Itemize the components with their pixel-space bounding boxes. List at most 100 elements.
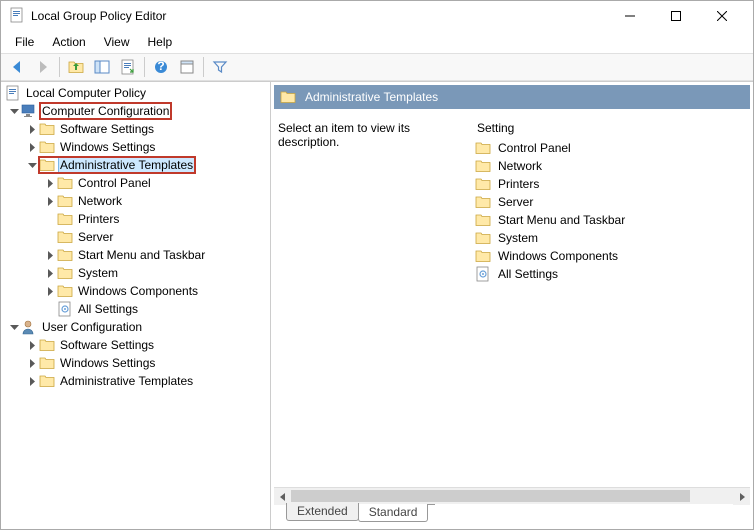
help-button[interactable]: ? bbox=[149, 56, 173, 78]
chevron-right-icon[interactable] bbox=[25, 122, 39, 136]
menu-file[interactable]: File bbox=[7, 33, 42, 51]
tab-extended[interactable]: Extended bbox=[286, 503, 359, 521]
chevron-right-icon[interactable] bbox=[43, 194, 57, 208]
tree-label: All Settings bbox=[76, 301, 140, 317]
tree-uc-windows-settings[interactable]: Windows Settings bbox=[3, 354, 270, 372]
tree-start-menu-taskbar[interactable]: Start Menu and Taskbar bbox=[3, 246, 270, 264]
folder-icon bbox=[39, 139, 55, 155]
separator bbox=[59, 57, 60, 77]
folder-icon bbox=[475, 176, 491, 192]
tree-label: Printers bbox=[76, 211, 121, 227]
tree-computer-configuration[interactable]: Computer Configuration bbox=[3, 102, 270, 120]
separator bbox=[144, 57, 145, 77]
list-item[interactable]: Network bbox=[473, 157, 746, 175]
list-item[interactable]: Control Panel bbox=[473, 139, 746, 157]
chevron-down-icon[interactable] bbox=[25, 158, 39, 172]
chevron-down-icon[interactable] bbox=[7, 320, 21, 334]
folder-icon bbox=[39, 121, 55, 137]
minimize-button[interactable] bbox=[607, 1, 653, 31]
folder-icon bbox=[475, 212, 491, 228]
scroll-right-button[interactable] bbox=[733, 488, 750, 505]
tree-label: Server bbox=[76, 229, 115, 245]
svg-text:?: ? bbox=[157, 59, 164, 73]
details-pane: Administrative Templates Select an item … bbox=[271, 82, 753, 529]
toolbar: ? bbox=[1, 53, 753, 81]
list-item[interactable]: Windows Components bbox=[473, 247, 746, 265]
tree-system[interactable]: System bbox=[3, 264, 270, 282]
folder-icon bbox=[475, 158, 491, 174]
tree-user-configuration[interactable]: User Configuration bbox=[3, 318, 270, 336]
tree-uc-software-settings[interactable]: Software Settings bbox=[3, 336, 270, 354]
chevron-right-icon[interactable] bbox=[43, 176, 57, 190]
menu-view[interactable]: View bbox=[96, 33, 138, 51]
maximize-button[interactable] bbox=[653, 1, 699, 31]
tree-windows-settings[interactable]: Windows Settings bbox=[3, 138, 270, 156]
folder-icon bbox=[475, 230, 491, 246]
tree-control-panel[interactable]: Control Panel bbox=[3, 174, 270, 192]
app-icon bbox=[9, 7, 31, 26]
menu-action[interactable]: Action bbox=[44, 33, 93, 51]
folder-icon bbox=[57, 229, 73, 245]
item-label: Control Panel bbox=[498, 141, 571, 155]
setting-header[interactable]: Setting bbox=[473, 119, 746, 137]
menu-help[interactable]: Help bbox=[140, 33, 181, 51]
scroll-thumb[interactable] bbox=[291, 490, 690, 502]
tab-standard[interactable]: Standard bbox=[358, 504, 429, 522]
tree-administrative-templates[interactable]: Administrative Templates bbox=[3, 156, 270, 174]
folder-icon bbox=[57, 175, 73, 191]
chevron-right-icon[interactable] bbox=[25, 356, 39, 370]
tree-label: Administrative Templates bbox=[58, 373, 195, 389]
horizontal-scrollbar[interactable] bbox=[274, 487, 750, 504]
item-label: All Settings bbox=[498, 267, 558, 281]
chevron-right-icon[interactable] bbox=[43, 266, 57, 280]
chevron-right-icon[interactable] bbox=[25, 140, 39, 154]
tree-uc-administrative-templates[interactable]: Administrative Templates bbox=[3, 372, 270, 390]
folder-icon bbox=[57, 193, 73, 209]
tab-strip: Extended Standard bbox=[274, 504, 750, 526]
folder-icon bbox=[39, 157, 55, 173]
chevron-down-icon[interactable] bbox=[7, 104, 21, 118]
list-item[interactable]: Printers bbox=[473, 175, 746, 193]
show-hide-tree-button[interactable] bbox=[90, 56, 114, 78]
chevron-right-icon[interactable] bbox=[25, 374, 39, 388]
chevron-right-icon[interactable] bbox=[25, 338, 39, 352]
tree-all-settings[interactable]: All Settings bbox=[3, 300, 270, 318]
title-bar: Local Group Policy Editor bbox=[1, 1, 753, 31]
content-area: Local Computer Policy Computer Configura… bbox=[1, 81, 753, 529]
tree-software-settings[interactable]: Software Settings bbox=[3, 120, 270, 138]
export-button[interactable] bbox=[116, 56, 140, 78]
folder-icon bbox=[280, 89, 296, 105]
tree-label: System bbox=[76, 265, 120, 281]
tree-windows-components[interactable]: Windows Components bbox=[3, 282, 270, 300]
folder-icon bbox=[39, 337, 55, 353]
tree-printers[interactable]: Printers bbox=[3, 210, 270, 228]
twisty-blank bbox=[43, 302, 57, 316]
settings-list[interactable]: Control Panel Network Printers Server St… bbox=[473, 139, 746, 484]
tree-network[interactable]: Network bbox=[3, 192, 270, 210]
list-item[interactable]: Server bbox=[473, 193, 746, 211]
details-title: Administrative Templates bbox=[305, 90, 438, 104]
up-button[interactable] bbox=[64, 56, 88, 78]
folder-icon bbox=[57, 247, 73, 263]
chevron-right-icon[interactable] bbox=[43, 248, 57, 262]
list-item[interactable]: All Settings bbox=[473, 265, 746, 283]
description-column: Select an item to view its description. bbox=[274, 115, 469, 484]
list-item[interactable]: Start Menu and Taskbar bbox=[473, 211, 746, 229]
item-label: Printers bbox=[498, 177, 539, 191]
back-button[interactable] bbox=[5, 56, 29, 78]
tree-label: Local Computer Policy bbox=[24, 85, 148, 101]
tree-root[interactable]: Local Computer Policy bbox=[3, 84, 270, 102]
doc-icon bbox=[5, 85, 21, 101]
filter-button[interactable] bbox=[208, 56, 232, 78]
tree-label: User Configuration bbox=[40, 319, 144, 335]
tree-server[interactable]: Server bbox=[3, 228, 270, 246]
folder-icon bbox=[57, 211, 73, 227]
chevron-right-icon[interactable] bbox=[43, 284, 57, 298]
list-item[interactable]: System bbox=[473, 229, 746, 247]
forward-button[interactable] bbox=[31, 56, 55, 78]
tree-pane[interactable]: Local Computer Policy Computer Configura… bbox=[1, 82, 271, 529]
item-label: Windows Components bbox=[498, 249, 618, 263]
properties-button[interactable] bbox=[175, 56, 199, 78]
close-button[interactable] bbox=[699, 1, 745, 31]
computer-icon bbox=[21, 103, 37, 119]
